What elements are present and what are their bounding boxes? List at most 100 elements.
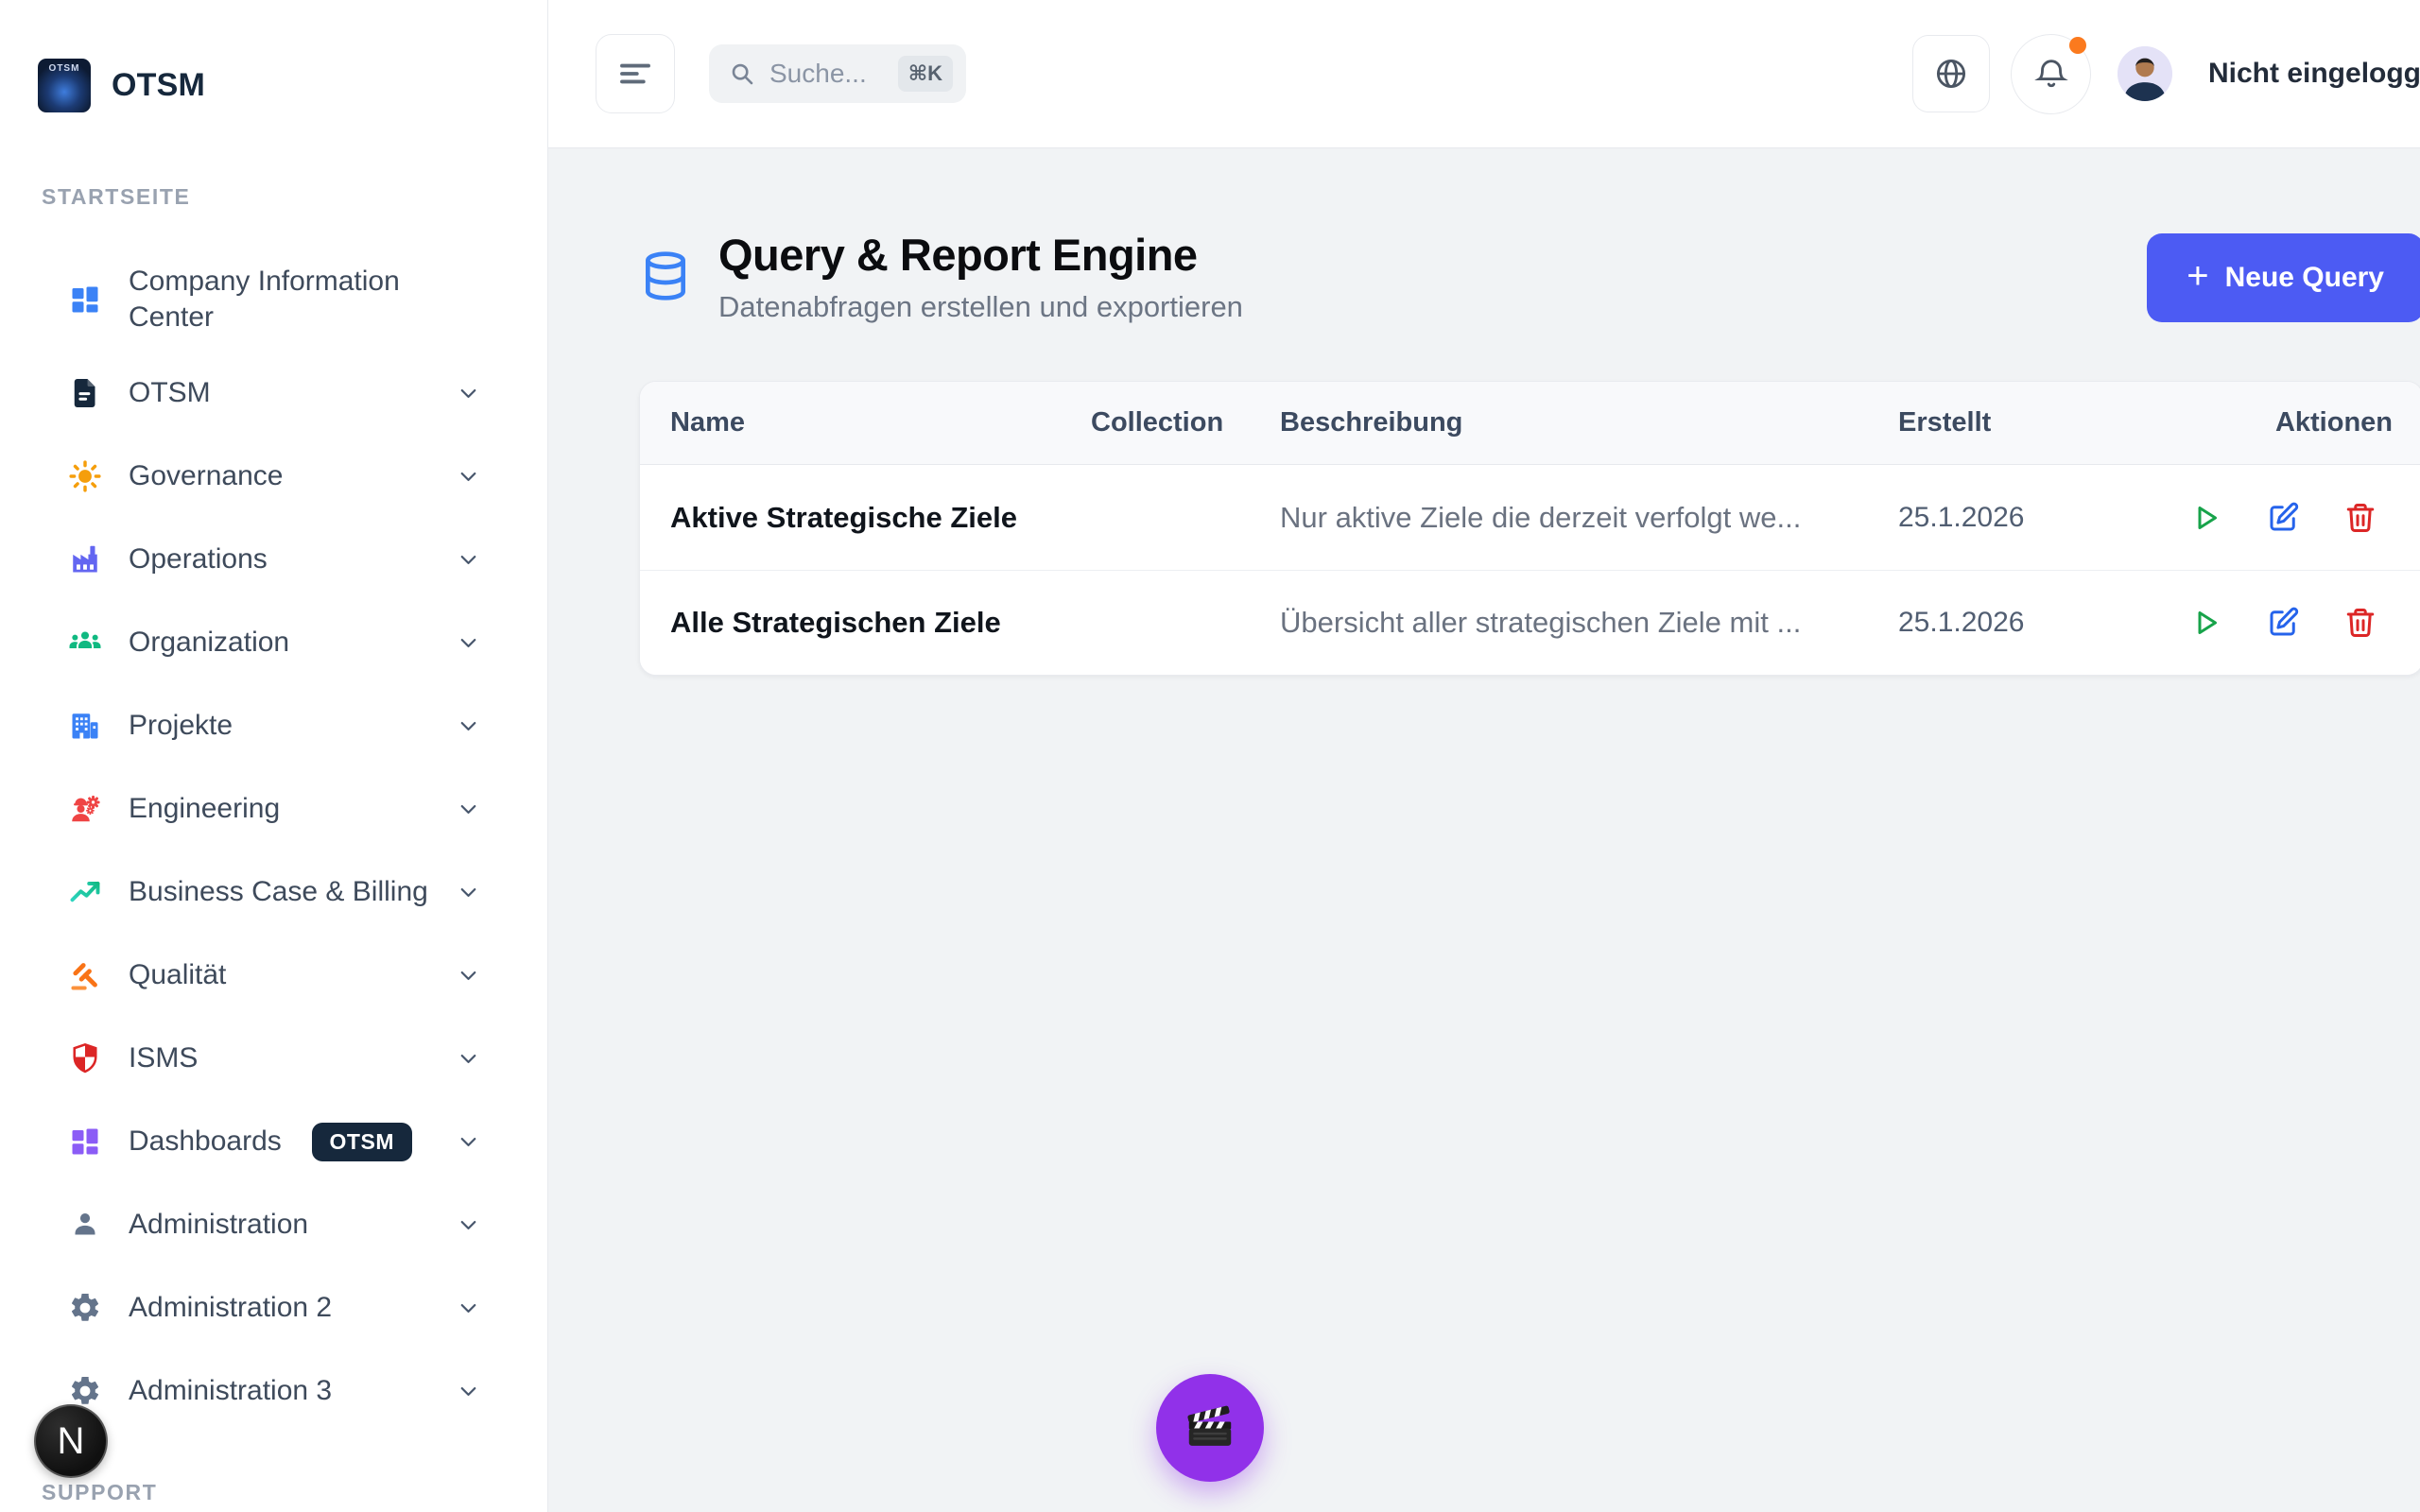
- query-created: 25.1.2026: [1898, 607, 2187, 639]
- topbar-actions: Nicht eingeloggt: [1912, 34, 2420, 114]
- column-header-collection: Collection: [1091, 407, 1280, 438]
- column-header-beschreibung: Beschreibung: [1280, 407, 1898, 438]
- sidebar-item-organization[interactable]: Organization: [0, 601, 547, 684]
- page-subtitle: Datenabfragen erstellen und exportieren: [718, 290, 1243, 324]
- person-icon: [68, 1208, 102, 1242]
- notifications-button[interactable]: [2011, 34, 2091, 114]
- menu-icon: [615, 54, 655, 94]
- edit-query-button[interactable]: [2264, 604, 2302, 642]
- user-name: Nicht eingeloggt: [2208, 58, 2420, 90]
- people-group-icon: [68, 626, 102, 660]
- chevron-down-icon: [456, 1212, 481, 1238]
- recorder-fab-button[interactable]: [1156, 1374, 1264, 1482]
- table-header-row: Name Collection Beschreibung Erstellt Ak…: [640, 382, 2420, 465]
- brand-name: OTSM: [112, 67, 205, 104]
- new-query-label: Neue Query: [2225, 262, 2384, 294]
- sidebar-item-label: Business Case & Billing: [129, 874, 429, 910]
- otsm-badge: OTSM: [312, 1123, 412, 1161]
- search-placeholder: Suche...: [769, 59, 885, 89]
- language-button[interactable]: [1912, 35, 1990, 112]
- sidebar-item-projekte[interactable]: Projekte: [0, 684, 547, 767]
- sidebar-item-isms[interactable]: ISMS: [0, 1017, 547, 1100]
- row-actions: [2187, 499, 2393, 537]
- bell-icon: [2033, 56, 2069, 92]
- app-window: OTSM OTSM STARTSEITE Company Information…: [0, 0, 2420, 1512]
- sidebar-item-operations[interactable]: Operations: [0, 518, 547, 601]
- user-avatar[interactable]: [2118, 46, 2172, 101]
- notification-dot: [2069, 37, 2086, 54]
- chevron-down-icon: [456, 1046, 481, 1072]
- sidebar-item-qualitaet[interactable]: Qualität: [0, 934, 547, 1017]
- sidebar-item-administration-2[interactable]: Administration 2: [0, 1266, 547, 1349]
- sidebar-toggle-button[interactable]: [596, 34, 675, 113]
- grid-purple-icon: [68, 1125, 102, 1159]
- chevron-down-icon: [456, 630, 481, 656]
- sidebar-item-otsm[interactable]: OTSM: [0, 352, 547, 435]
- new-query-button[interactable]: + Neue Query: [2147, 233, 2420, 322]
- page-title: Query & Report Engine: [718, 232, 1243, 278]
- play-icon: [2188, 501, 2222, 535]
- chevron-down-icon: [456, 963, 481, 988]
- sidebar-item-company-information-center[interactable]: Company Information Center: [0, 248, 547, 352]
- query-name: Aktive Strategische Ziele: [670, 501, 1091, 535]
- sidebar-item-business-case-billing[interactable]: Business Case & Billing: [0, 850, 547, 934]
- gavel-icon: [68, 958, 102, 992]
- column-header-erstellt: Erstellt: [1898, 407, 2187, 438]
- queries-table: Name Collection Beschreibung Erstellt Ak…: [639, 381, 2420, 676]
- sidebar-item-administration[interactable]: Administration: [0, 1183, 547, 1266]
- grid-blue-icon: [68, 283, 102, 317]
- chevron-down-icon: [456, 1296, 481, 1321]
- chevron-down-icon: [456, 381, 481, 406]
- document-icon: [68, 376, 102, 410]
- sidebar-item-label: OTSM: [129, 375, 429, 411]
- content-area: Query & Report Engine Datenabfragen erst…: [548, 148, 2420, 1512]
- edit-query-button[interactable]: [2264, 499, 2302, 537]
- column-header-aktionen: Aktionen: [2187, 407, 2393, 438]
- edit-icon: [2266, 606, 2300, 640]
- trash-icon: [2343, 501, 2377, 535]
- sidebar-item-dashboards[interactable]: Dashboards OTSM: [0, 1100, 547, 1183]
- search-input[interactable]: Suche... ⌘K: [709, 44, 966, 103]
- run-query-button[interactable]: [2187, 499, 2224, 537]
- column-header-name: Name: [670, 407, 1091, 438]
- sidebar-item-governance[interactable]: Governance: [0, 435, 547, 518]
- sidebar-item-label: Engineering: [129, 791, 429, 827]
- sidebar-item-label: Governance: [129, 458, 429, 494]
- sidebar-section-startseite: STARTSEITE: [42, 184, 547, 210]
- brand-logo[interactable]: OTSM OTSM: [38, 59, 547, 112]
- clapperboard-icon: [1183, 1400, 1237, 1455]
- building-icon: [68, 709, 102, 743]
- page-header: Query & Report Engine Datenabfragen erst…: [639, 232, 2420, 324]
- sidebar-item-label: Administration 3: [129, 1373, 429, 1409]
- globe-icon: [1933, 56, 1969, 92]
- sidebar: OTSM OTSM STARTSEITE Company Information…: [0, 0, 548, 1512]
- delete-query-button[interactable]: [2342, 499, 2379, 537]
- sidebar-item-label: Administration 2: [129, 1290, 429, 1326]
- database-icon: [639, 249, 692, 307]
- search-shortcut-kbd: ⌘K: [898, 56, 953, 92]
- row-actions: [2187, 604, 2393, 642]
- user-menu[interactable]: Nicht eingeloggt: [2208, 58, 2420, 90]
- trend-up-icon: [68, 875, 102, 909]
- sidebar-item-label: Company Information Center: [129, 264, 441, 335]
- sidebar-nav: Company Information Center OTSM Governan…: [0, 248, 547, 1433]
- edit-icon: [2266, 501, 2300, 535]
- chevron-down-icon: [456, 1129, 481, 1155]
- chevron-down-icon: [456, 797, 481, 822]
- delete-query-button[interactable]: [2342, 604, 2379, 642]
- sidebar-item-engineering[interactable]: Engineering: [0, 767, 547, 850]
- nextjs-dev-badge[interactable]: N: [34, 1404, 108, 1478]
- trash-icon: [2343, 606, 2377, 640]
- sidebar-item-label: ISMS: [129, 1040, 429, 1076]
- gear-icon: [68, 1374, 102, 1408]
- query-created: 25.1.2026: [1898, 502, 2187, 534]
- sun-icon: [68, 459, 102, 493]
- chevron-down-icon: [456, 464, 481, 490]
- query-name: Alle Strategischen Ziele: [670, 606, 1091, 640]
- run-query-button[interactable]: [2187, 604, 2224, 642]
- plus-icon: +: [2187, 257, 2208, 295]
- gear-icon: [68, 1291, 102, 1325]
- engineer-icon: [68, 792, 102, 826]
- sidebar-item-label: Dashboards: [129, 1124, 285, 1160]
- sidebar-section-support: SUPPORT: [42, 1480, 547, 1505]
